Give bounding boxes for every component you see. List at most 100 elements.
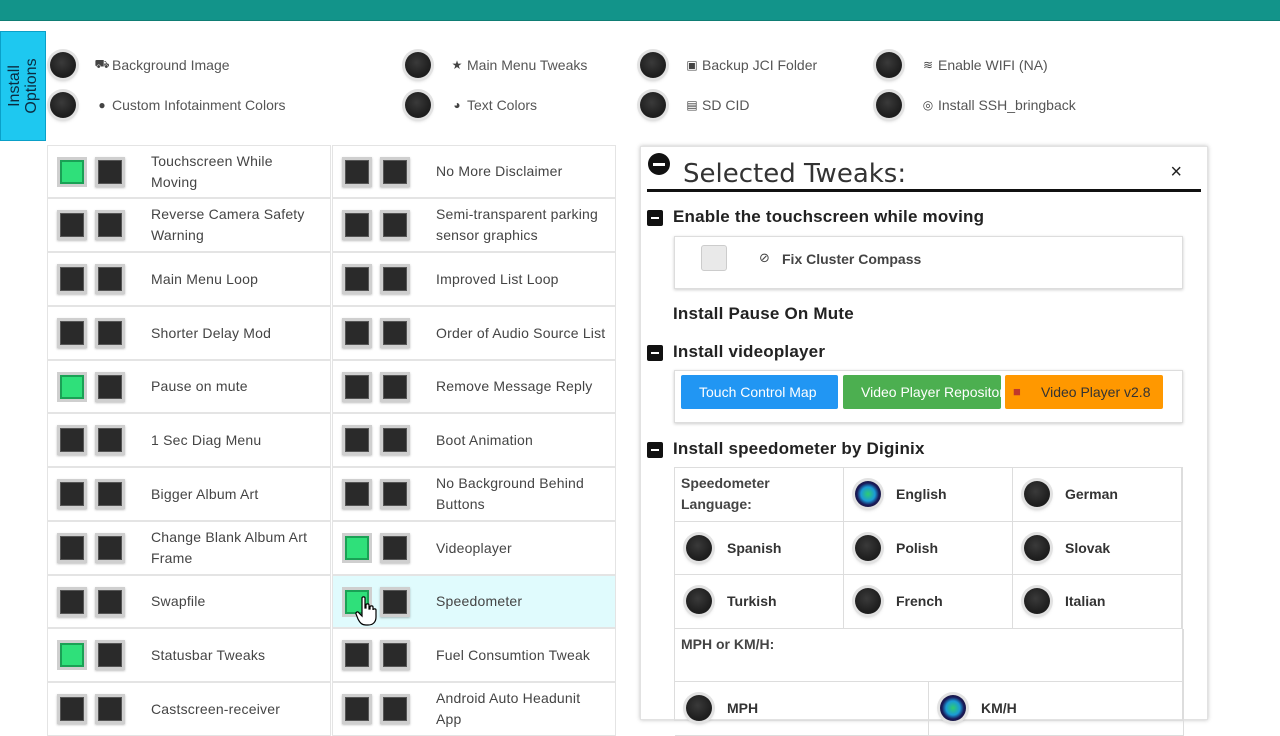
tweak-install-toggle[interactable] <box>57 372 87 402</box>
section-touchscreen: Enable the touchscreen while moving <box>673 207 985 226</box>
tweak-label: No Background Behind Buttons <box>436 475 584 512</box>
video-player-repository-button[interactable]: Video Player Repository <box>843 375 1001 409</box>
touch-options-box: ⊘ Fix Cluster Compass <box>674 236 1183 289</box>
install-option-options-row2-1[interactable]: ◕ Text Colors <box>405 90 537 120</box>
tweak-uninstall-toggle[interactable] <box>380 587 410 617</box>
language-option[interactable]: Slovak <box>1013 521 1182 575</box>
unit-radio[interactable] <box>940 695 966 721</box>
tweak-install-toggle[interactable] <box>57 210 87 240</box>
language-option[interactable]: Italian <box>1013 575 1182 629</box>
tweak-install-toggle[interactable] <box>342 264 372 294</box>
tweak-uninstall-toggle[interactable] <box>95 210 125 240</box>
tweak-uninstall-toggle[interactable] <box>380 318 410 348</box>
unit-option[interactable]: KM/H <box>929 682 1184 736</box>
language-option[interactable]: Polish <box>844 521 1013 575</box>
install-option-options-row1-0[interactable]: ⛟ Background Image <box>50 50 230 80</box>
install-option-options-row1-3[interactable]: ≋ Enable WIFI (NA) <box>876 50 1048 80</box>
tweak-uninstall-toggle[interactable] <box>95 372 125 402</box>
tweak-install-toggle[interactable] <box>342 640 372 670</box>
tint-icon: ● <box>98 98 106 112</box>
tweak-uninstall-toggle[interactable] <box>380 157 410 187</box>
close-icon[interactable]: × <box>1170 161 1182 184</box>
tweak-install-toggle[interactable] <box>57 533 87 563</box>
collapse-video-icon[interactable] <box>647 345 663 361</box>
tweak-install-toggle[interactable] <box>57 264 87 294</box>
tweak-uninstall-toggle[interactable] <box>380 264 410 294</box>
tweak-uninstall-toggle[interactable] <box>95 533 125 563</box>
touch-control-map-button[interactable]: Touch Control Map <box>681 375 838 409</box>
tweak-install-toggle[interactable] <box>342 425 372 455</box>
tweak-install-toggle[interactable] <box>342 157 372 187</box>
tweak-row: Android Auto Headunit App <box>332 682 616 736</box>
option-label: Text Colors <box>467 97 538 113</box>
option-radio[interactable] <box>405 92 431 118</box>
option-radio[interactable] <box>876 92 902 118</box>
tweak-row: Change Blank Album Art Frame <box>47 521 331 575</box>
tweak-uninstall-toggle[interactable] <box>380 372 410 402</box>
option-cell: MPH or KM/H: <box>675 628 1184 682</box>
tweak-install-toggle[interactable] <box>57 587 87 617</box>
tweak-install-toggle[interactable] <box>342 372 372 402</box>
install-option-options-row2-0[interactable]: ● Custom Infotainment Colors <box>50 90 286 120</box>
collapse-touch-icon[interactable] <box>647 210 663 226</box>
language-radio[interactable] <box>855 534 881 561</box>
unit-radio[interactable] <box>686 695 712 721</box>
tweak-uninstall-toggle[interactable] <box>95 157 125 187</box>
language-radio[interactable] <box>855 588 881 614</box>
language-radio[interactable] <box>1024 481 1050 507</box>
tweak-uninstall-toggle[interactable] <box>95 264 125 294</box>
language-option[interactable]: German <box>1013 468 1182 522</box>
tweak-install-toggle[interactable] <box>57 425 87 455</box>
tweak-install-toggle[interactable] <box>342 210 372 240</box>
language-option[interactable]: French <box>844 575 1013 629</box>
option-radio[interactable] <box>405 52 431 78</box>
install-option-options-row1-2[interactable]: ▣ Backup JCI Folder <box>640 50 817 80</box>
tweak-row: Pause on mute <box>47 360 331 413</box>
unit-label: MPH or KM/H: <box>681 635 775 652</box>
language-radio[interactable] <box>686 534 712 561</box>
install-options-tab[interactable]: Install Options <box>0 31 46 141</box>
language-label: French <box>896 593 943 609</box>
language-option[interactable]: Spanish <box>675 521 844 575</box>
tweak-uninstall-toggle[interactable] <box>95 640 125 670</box>
tweak-install-toggle[interactable] <box>57 640 87 670</box>
tweak-install-toggle[interactable] <box>57 479 87 509</box>
selected-tweaks-panel: Selected Tweaks: × Enable the touchscree… <box>640 146 1208 736</box>
language-radio[interactable] <box>1024 588 1050 614</box>
language-radio[interactable] <box>686 588 712 614</box>
tweak-install-toggle[interactable] <box>342 479 372 509</box>
language-radio[interactable] <box>855 481 881 507</box>
tweak-install-toggle[interactable] <box>57 157 87 187</box>
tweak-install-toggle[interactable] <box>342 318 372 348</box>
collapse-speedo-icon[interactable] <box>647 442 663 458</box>
tweak-uninstall-toggle[interactable] <box>95 318 125 348</box>
language-option[interactable]: Turkish <box>675 575 844 629</box>
collapse-icon[interactable] <box>648 153 670 175</box>
tweak-uninstall-toggle[interactable] <box>380 479 410 509</box>
tweak-row: Touchscreen While Moving <box>47 145 331 198</box>
language-option[interactable]: English <box>844 468 1013 522</box>
option-radio[interactable] <box>50 92 76 118</box>
tweak-uninstall-toggle[interactable] <box>380 210 410 240</box>
install-options-label: Install Options <box>6 58 40 114</box>
unit-option[interactable]: MPH <box>675 682 929 736</box>
video-player-version-button[interactable]: ■ Video Player v2.8 <box>1005 375 1163 409</box>
tweak-uninstall-toggle[interactable] <box>380 533 410 563</box>
option-radio[interactable] <box>640 92 666 118</box>
language-radio[interactable] <box>1024 534 1050 561</box>
option-radio[interactable] <box>640 52 666 78</box>
tweak-uninstall-toggle[interactable] <box>380 425 410 455</box>
fix-compass-checkbox[interactable] <box>701 245 727 271</box>
tweak-uninstall-toggle[interactable] <box>95 587 125 617</box>
tweak-uninstall-toggle[interactable] <box>380 640 410 670</box>
tweak-uninstall-toggle[interactable] <box>95 425 125 455</box>
option-radio[interactable] <box>50 52 76 78</box>
tweak-install-toggle[interactable] <box>57 318 87 348</box>
tweak-install-toggle[interactable] <box>342 533 372 563</box>
install-option-options-row2-3[interactable]: ◎ Install SSH_bringback <box>876 90 1076 120</box>
option-radio[interactable] <box>876 52 902 78</box>
tweak-uninstall-toggle[interactable] <box>95 479 125 509</box>
install-option-options-row1-1[interactable]: ★ Main Menu Tweaks <box>405 50 587 80</box>
install-option-options-row2-2[interactable]: ▤ SD CID <box>640 90 749 120</box>
language-label: English <box>896 486 947 502</box>
